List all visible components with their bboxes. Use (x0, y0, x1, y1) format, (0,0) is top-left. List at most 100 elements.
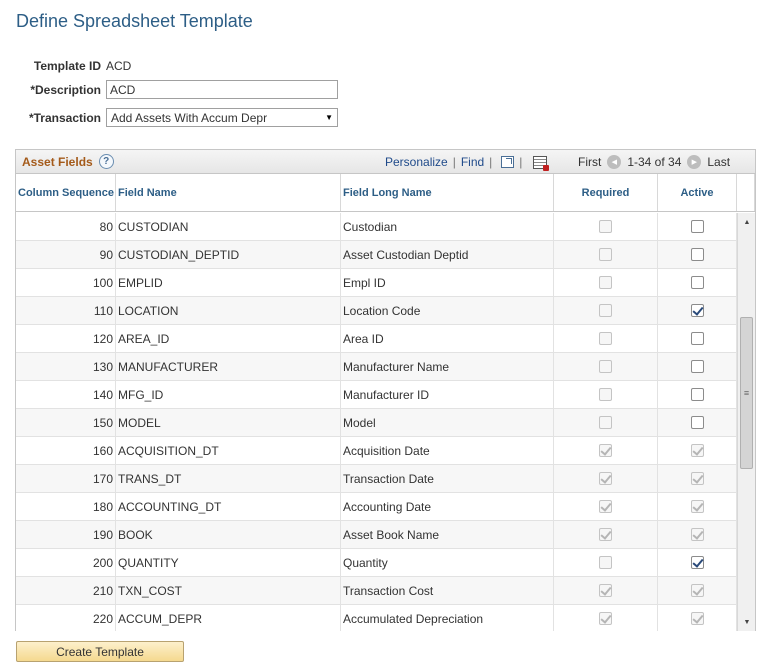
field-long-name-cell: Accounting Date (341, 493, 554, 520)
template-id-value: ACD (106, 59, 132, 73)
required-checkbox (599, 276, 612, 289)
active-cell (658, 213, 737, 240)
transaction-label: *Transaction (28, 110, 101, 125)
active-checkbox[interactable] (690, 276, 704, 289)
required-cell (554, 437, 658, 464)
previous-icon[interactable]: ◀ (607, 155, 622, 169)
active-cell (658, 605, 737, 631)
grid-scrollbar[interactable]: ▲ ≡ ▼ (737, 213, 755, 631)
description-input[interactable] (106, 80, 338, 99)
template-id-label: Template ID (33, 59, 101, 73)
transaction-selected-value: Add Assets With Accum Depr (111, 110, 268, 125)
active-checkbox[interactable] (690, 304, 704, 317)
download-excel-icon[interactable] (533, 155, 550, 171)
field-long-name-cell: Asset Custodian Deptid (341, 241, 554, 268)
column-sequence-cell: 220 (16, 605, 116, 631)
field-long-name-cell: Location Code (341, 297, 554, 324)
required-cell (554, 213, 658, 240)
field-long-name-cell: Transaction Cost (341, 577, 554, 604)
asset-fields-grid: Asset Fields ? Personalize | Find | | Fi… (15, 149, 756, 631)
column-sequence-cell: 190 (16, 521, 116, 548)
field-long-name-cell: Empl ID (341, 269, 554, 296)
active-checkbox[interactable] (690, 332, 704, 345)
help-icon[interactable]: ? (98, 154, 114, 169)
column-sequence-cell: 160 (16, 437, 116, 464)
transaction-select[interactable]: Add Assets With Accum Depr ▼ (106, 108, 338, 127)
required-checkbox (599, 556, 612, 569)
table-row: 200 QUANTITY Quantity (16, 549, 737, 577)
find-link[interactable]: Find (461, 155, 484, 169)
row-range: 1-34 of 34 (627, 155, 682, 169)
scroll-thumb[interactable]: ≡ (740, 317, 753, 469)
field-name-cell: ACCOUNTING_DT (116, 493, 341, 520)
required-cell (554, 409, 658, 436)
table-row: 210 TXN_COST Transaction Cost (16, 577, 737, 605)
active-cell (658, 325, 737, 352)
required-checkbox (599, 248, 612, 261)
required-checkbox (599, 500, 612, 513)
field-name-cell: EMPLID (116, 269, 341, 296)
column-header-field-long-name[interactable]: Field Long Name (341, 174, 554, 211)
create-template-button[interactable]: Create Template (16, 641, 184, 662)
next-icon[interactable]: ▶ (687, 155, 702, 169)
active-cell (658, 577, 737, 604)
table-row: 90 CUSTODIAN_DEPTID Asset Custodian Deptid (16, 241, 737, 269)
description-label: *Description (30, 82, 101, 97)
toolbar-separator: | (519, 155, 523, 169)
column-sequence-cell: 120 (16, 325, 116, 352)
table-row: 100 EMPLID Empl ID (16, 269, 737, 297)
table-row: 140 MFG_ID Manufacturer ID (16, 381, 737, 409)
field-long-name-cell: Asset Book Name (341, 521, 554, 548)
active-checkbox[interactable] (690, 220, 704, 233)
template-id-row: Template ID ACD (6, 59, 131, 73)
required-checkbox (599, 472, 612, 485)
column-sequence-cell: 150 (16, 409, 116, 436)
page-title: Define Spreadsheet Template (16, 11, 253, 31)
required-checkbox (599, 360, 612, 373)
column-header-active[interactable]: Active (658, 174, 737, 211)
description-row: *Description (6, 80, 338, 99)
column-header-row: Column Sequence Field Name Field Long Na… (16, 174, 755, 212)
required-cell (554, 521, 658, 548)
active-cell (658, 269, 737, 296)
view-all-icon[interactable] (501, 156, 515, 168)
table-row: 180 ACCOUNTING_DT Accounting Date (16, 493, 737, 521)
table-row: 160 ACQUISITION_DT Acquisition Date (16, 437, 737, 465)
active-checkbox (690, 584, 704, 597)
active-cell (658, 521, 737, 548)
column-header-field-name[interactable]: Field Name (116, 174, 341, 211)
field-name-cell: MFG_ID (116, 381, 341, 408)
active-checkbox[interactable] (690, 248, 704, 261)
required-cell (554, 465, 658, 492)
active-checkbox (690, 612, 704, 625)
scroll-up-icon[interactable]: ▲ (738, 215, 756, 229)
table-row: 190 BOOK Asset Book Name (16, 521, 737, 549)
field-name-cell: MODEL (116, 409, 341, 436)
personalize-link[interactable]: Personalize (385, 155, 448, 169)
column-header-required[interactable]: Required (554, 174, 658, 211)
active-checkbox (690, 500, 704, 513)
column-header-sequence[interactable]: Column Sequence (16, 174, 116, 211)
active-checkbox[interactable] (690, 416, 704, 429)
column-sequence-cell: 140 (16, 381, 116, 408)
active-checkbox[interactable] (690, 360, 704, 373)
scroll-down-icon[interactable]: ▼ (738, 615, 756, 629)
active-checkbox[interactable] (690, 388, 704, 401)
field-name-cell: CUSTODIAN_DEPTID (116, 241, 341, 268)
field-long-name-cell: Acquisition Date (341, 437, 554, 464)
field-name-cell: LOCATION (116, 297, 341, 324)
active-checkbox[interactable] (690, 556, 704, 569)
field-name-cell: ACCUM_DEPR (116, 605, 341, 631)
first-link[interactable]: First (578, 155, 601, 169)
required-cell (554, 325, 658, 352)
active-checkbox (690, 528, 704, 541)
last-link[interactable]: Last (707, 155, 730, 169)
active-cell (658, 465, 737, 492)
grid-rows: 80 CUSTODIAN Custodian 90 CUSTODIAN_DEPTID As… (16, 213, 737, 631)
required-cell (554, 493, 658, 520)
field-long-name-cell: Accumulated Depreciation (341, 605, 554, 631)
required-checkbox (599, 612, 612, 625)
required-cell (554, 269, 658, 296)
grid-title: Asset Fields (22, 154, 93, 169)
required-checkbox (599, 220, 612, 233)
